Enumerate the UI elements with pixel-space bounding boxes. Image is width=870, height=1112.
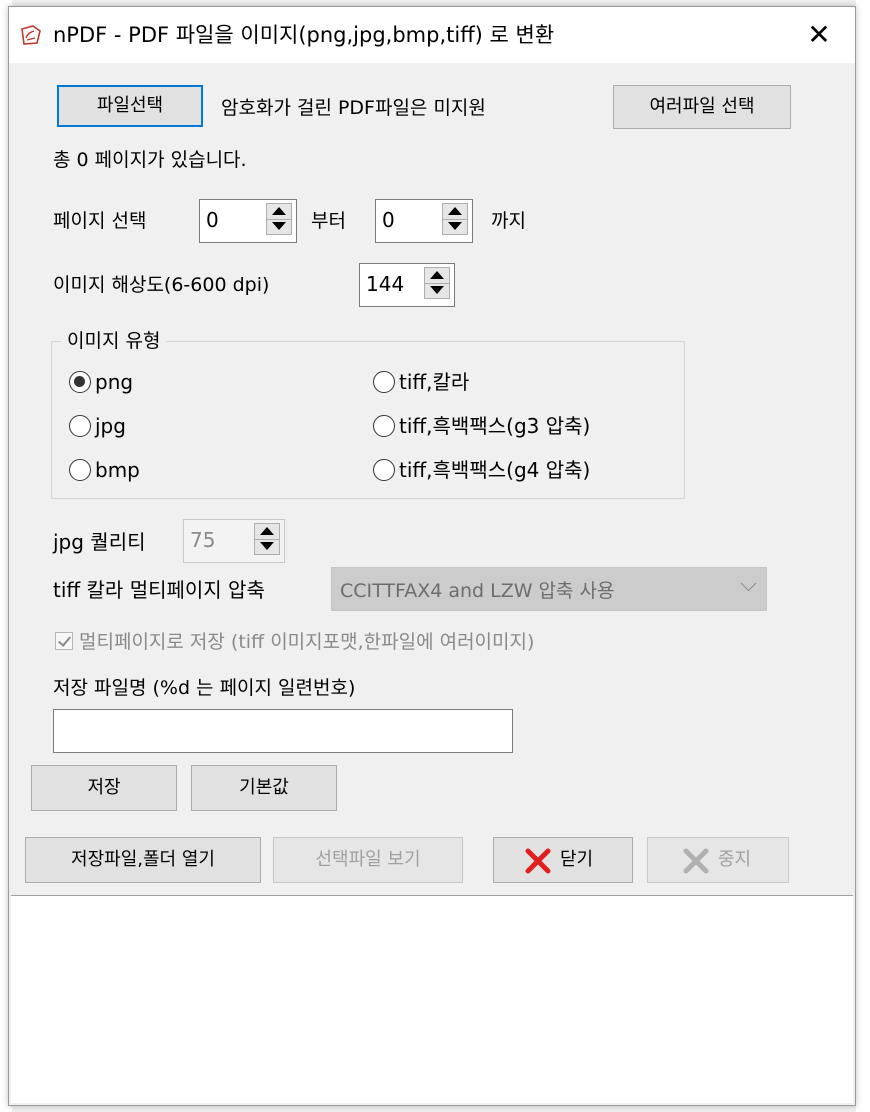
dialog-window: nPDF - PDF 파일을 이미지(png,jpg,bmp,tiff) 로 변… (8, 6, 856, 1106)
radio-tiff-fax-g4-label: tiff,흑백팩스(g4 압축) (399, 458, 591, 482)
resolution-down-arrow[interactable] (425, 283, 449, 298)
resolution-arrows (424, 267, 450, 299)
radio-jpg-circle[interactable] (69, 415, 91, 437)
radio-png-label: png (95, 370, 134, 394)
radio-tiff-fax-g3[interactable]: tiff,흑백팩스(g3 압축) (373, 413, 590, 439)
multipage-checkbox[interactable]: 멀티페이지로 저장 (tiff 이미지포맷,한파일에 여러이미지) (55, 627, 534, 654)
jpg-quality-up-arrow[interactable] (255, 524, 279, 540)
jpg-quality-down-arrow[interactable] (255, 539, 279, 554)
page-to-spinner[interactable]: 0 (375, 199, 473, 243)
image-type-group-label: 이미지 유형 (61, 329, 167, 353)
chevron-down-icon (740, 575, 757, 592)
page-to-arrows (442, 203, 468, 235)
jpg-quality-arrows (254, 523, 280, 555)
radio-tiff-color-circle[interactable] (373, 371, 395, 393)
page-to-up-arrow[interactable] (443, 204, 467, 220)
radio-jpg-label: jpg (95, 414, 126, 438)
close-button[interactable]: 닫기 (493, 837, 633, 883)
close-window-icon[interactable]: ✕ (801, 17, 837, 53)
window-title: nPDF - PDF 파일을 이미지(png,jpg,bmp,tiff) 로 변… (53, 23, 555, 47)
select-multiple-files-button[interactable]: 여러파일 선택 (613, 85, 791, 129)
title-bar: nPDF - PDF 파일을 이미지(png,jpg,bmp,tiff) 로 변… (9, 7, 855, 63)
radio-png[interactable]: png (69, 369, 133, 395)
tiff-compression-selected: CCITTFAX4 and LZW 압축 사용 (340, 580, 615, 602)
close-button-label: 닫기 (560, 849, 594, 870)
save-button[interactable]: 저장 (31, 765, 177, 811)
pdf-app-icon (21, 25, 41, 45)
close-red-x-icon (525, 848, 551, 874)
page-from-arrows (266, 203, 292, 235)
radio-bmp-circle[interactable] (69, 459, 91, 481)
resolution-up-arrow[interactable] (425, 268, 449, 284)
filename-label: 저장 파일명 (%d 는 페이지 일련번호) (53, 677, 356, 699)
resolution-spinner[interactable]: 144 (359, 263, 455, 307)
jpg-quality-spinner[interactable]: 75 (183, 519, 285, 563)
page-to-down-arrow[interactable] (443, 219, 467, 234)
resolution-value[interactable]: 144 (366, 264, 404, 304)
open-folder-button[interactable]: 저장파일,폴더 열기 (25, 837, 261, 883)
radio-tiff-color-label: tiff,칼라 (399, 370, 470, 394)
radio-tiff-fax-g4-circle[interactable] (373, 459, 395, 481)
radio-tiff-fax-g4[interactable]: tiff,흑백팩스(g4 압축) (373, 457, 590, 483)
filename-input[interactable] (53, 709, 513, 753)
output-log-area[interactable] (11, 895, 853, 1103)
radio-bmp[interactable]: bmp (69, 457, 140, 483)
page-count-text: 총 0 페이지가 있습니다. (53, 149, 247, 171)
page-from-down-arrow[interactable] (267, 219, 291, 234)
select-file-button[interactable]: 파일선택 (57, 85, 203, 127)
view-selected-file-button[interactable]: 선택파일 보기 (273, 837, 463, 883)
stop-x-icon (683, 848, 709, 874)
radio-bmp-label: bmp (95, 458, 140, 482)
jpg-quality-value[interactable]: 75 (190, 520, 215, 560)
jpg-quality-label: jpg 퀄리티 (53, 530, 146, 554)
page-range-label: 페이지 선택 (53, 210, 147, 232)
multipage-checkbox-label: 멀티페이지로 저장 (tiff 이미지포맷,한파일에 여러이미지) (79, 631, 535, 653)
radio-tiff-fax-g3-circle[interactable] (373, 415, 395, 437)
tiff-compression-select[interactable]: CCITTFAX4 and LZW 압축 사용 (331, 567, 767, 611)
page-from-up-arrow[interactable] (267, 204, 291, 220)
page-from-suffix: 부터 (311, 210, 346, 232)
radio-png-circle[interactable] (69, 371, 91, 393)
multipage-checkbox-box[interactable] (55, 631, 73, 650)
background-app-right (856, 0, 870, 1112)
encryption-note: 암호화가 걸린 PDF파일은 미지원 (221, 97, 486, 119)
defaults-button[interactable]: 기본값 (191, 765, 337, 811)
page-from-value[interactable]: 0 (206, 200, 219, 240)
page-to-value[interactable]: 0 (382, 200, 395, 240)
resolution-label: 이미지 해상도(6-600 dpi) (53, 274, 270, 296)
tiff-compression-label: tiff 칼라 멀티페이지 압축 (53, 578, 265, 602)
stop-button[interactable]: 중지 (647, 837, 789, 883)
stop-button-label: 중지 (718, 849, 752, 870)
radio-tiff-color[interactable]: tiff,칼라 (373, 369, 469, 395)
page-from-spinner[interactable]: 0 (199, 199, 297, 243)
radio-jpg[interactable]: jpg (69, 413, 126, 439)
page-to-suffix: 까지 (491, 210, 526, 232)
radio-tiff-fax-g3-label: tiff,흑백팩스(g3 압축) (399, 414, 591, 438)
